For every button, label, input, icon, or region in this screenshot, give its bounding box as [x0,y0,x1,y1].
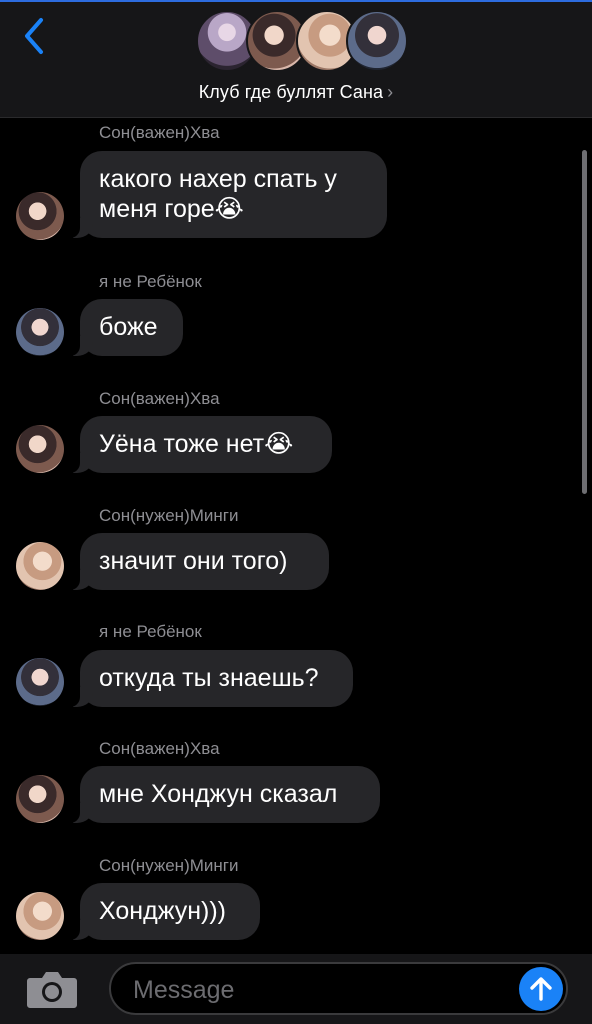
message-bubble[interactable]: мне Хонджун сказал [70,766,380,823]
back-button[interactable] [14,16,54,56]
composer-bar: Message [0,954,592,1024]
message-text: мне Хонджун сказал [99,780,338,808]
group-avatar-4 [346,10,408,72]
group-title-text: Клуб где буллят Сана [198,82,384,102]
message-input[interactable]: Message [109,962,568,1015]
message-text: боже [99,313,158,341]
sender-name: Сон(важен)Хва [99,123,220,142]
crying-emoji-icon: 😭 [214,194,244,223]
group-title[interactable]: Клуб где буллят Сана › [0,82,592,103]
sender-avatar[interactable] [16,308,64,356]
sender-name: я не Ребёнок [99,622,202,641]
message-bubble[interactable]: какого нахер спать у меня горе😭 [70,151,387,238]
sender-avatar[interactable] [16,658,64,706]
sender-avatar[interactable] [16,775,64,823]
sender-avatar[interactable] [16,892,64,940]
sender-avatar[interactable] [16,425,64,473]
crying-emoji-icon: 😭 [264,429,294,458]
sender-avatar[interactable] [16,192,64,240]
sender-name: Сон(нужен)Минги [99,506,239,525]
sender-name: Сон(важен)Хва [99,389,220,408]
message-text: значит они того) [99,547,288,575]
sender-name: Сон(нужен)Минги [99,856,239,875]
group-avatars[interactable] [196,10,408,74]
message-text: откуда ты знаешь? [99,664,319,692]
message-bubble[interactable]: боже [70,299,183,356]
message-placeholder: Message [133,976,235,1004]
sender-avatar[interactable] [16,542,64,590]
send-button[interactable] [519,967,563,1011]
message-bubble[interactable]: Хонджун))) [70,883,260,940]
message-text: Уёна тоже нет [99,430,265,458]
chevron-right-icon: › [387,82,394,102]
message-bubble[interactable]: откуда ты знаешь? [70,650,353,707]
scroll-indicator [582,150,587,494]
camera-icon [27,972,77,1008]
chevron-left-icon [25,18,43,54]
message-bubble[interactable]: значит они того) [70,533,329,590]
camera-button[interactable] [26,968,78,1010]
arrow-up-icon [530,977,552,1001]
conversation-header: Клуб где буллят Сана › [0,0,592,118]
message-text: Хонджун))) [99,897,226,925]
sender-name: я не Ребёнок [99,272,202,291]
message-bubble[interactable]: Уёна тоже нет😭 [70,416,332,473]
sender-name: Сон(важен)Хва [99,739,220,758]
